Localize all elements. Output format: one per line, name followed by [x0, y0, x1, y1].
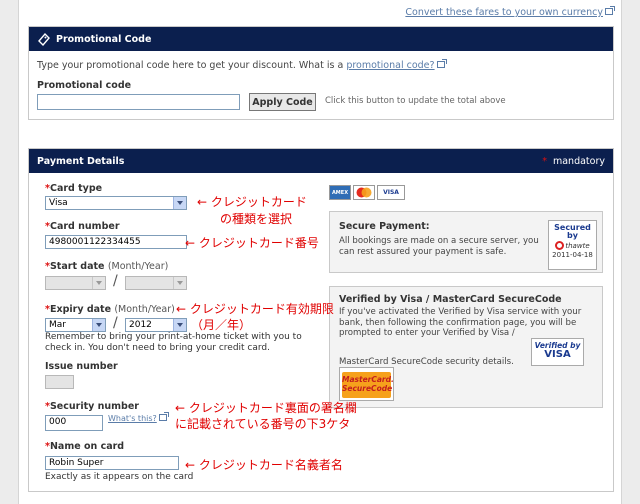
mastercard-circles-icon — [356, 187, 372, 198]
apply-code-button[interactable]: Apply Code — [249, 93, 316, 111]
annotation-expiry: ← クレジットカード有効期限 — [176, 302, 334, 316]
promo-intro: Type your promotional code here to get y… — [37, 59, 447, 71]
mandatory-label: mandatory — [552, 155, 605, 167]
name-on-card-label-text: Name on card — [49, 441, 125, 452]
expiry-date-hint: (Month/Year) — [114, 304, 175, 315]
chevron-down-icon — [173, 319, 186, 331]
verified-text: If you've activated the Verified by Visa… — [339, 307, 582, 338]
expiry-month-value: Mar — [49, 320, 66, 330]
chevron-down-icon — [173, 277, 186, 289]
card-number-input[interactable]: 4980001122334455 — [45, 235, 187, 249]
promo-header: Promotional Code — [29, 27, 613, 51]
promo-code-input[interactable] — [37, 94, 240, 110]
secure-payment-title: Secure Payment: — [339, 221, 430, 232]
payment-header: Payment Details * mandatory — [29, 149, 613, 173]
security-number-input[interactable]: 000 — [45, 415, 103, 431]
thawte-ring-icon — [555, 241, 565, 250]
annotation-security-2: に記載されている番号の下3ケタ — [175, 417, 351, 431]
promo-code-label: Promotional code — [37, 80, 132, 91]
name-on-card-hint: Exactly as it appears on the card — [45, 472, 194, 482]
expiry-year-select[interactable]: 2012 — [125, 318, 187, 332]
amex-logo: AMEX — [329, 185, 351, 200]
mandatory-star: * — [542, 155, 547, 167]
verified-text-continued: MasterCard SecureCode security details. — [339, 357, 514, 367]
card-type-label-text: Card type — [49, 183, 103, 194]
verified-by-visa-box: Verified by Visa / MasterCard SecureCode… — [329, 286, 603, 408]
thawte-badge-by: by — [567, 231, 578, 240]
mandatory-note: * mandatory — [542, 156, 605, 167]
expiry-month-select[interactable]: Mar — [45, 318, 106, 332]
chevron-down-icon — [173, 197, 186, 209]
currency-converter-link-label: Convert these fares to your own currency — [405, 7, 603, 18]
payment-title: Payment Details — [37, 155, 125, 167]
promo-intro-text: Type your promotional code here to get y… — [37, 60, 344, 71]
external-link-icon — [158, 412, 169, 421]
date-separator: / — [113, 273, 118, 289]
expiry-date-label-text: Expiry date — [49, 304, 112, 315]
chevron-down-icon — [92, 319, 105, 331]
promo-panel: Promotional Code Type your promotional c… — [28, 26, 614, 120]
annotation-card-number: ← クレジットカード番号 — [185, 236, 319, 250]
currency-converter-link[interactable]: Convert these fares to your own currency — [405, 6, 615, 18]
amex-logo-text: AMEX — [331, 189, 349, 196]
card-number-label-text: Card number — [49, 221, 120, 232]
start-year-select[interactable] — [125, 276, 187, 290]
card-number-label: *Card number — [45, 221, 120, 232]
name-on-card-input[interactable]: Robin Super — [45, 456, 179, 470]
ticket-icon — [37, 32, 51, 47]
annotation-security: ← クレジットカード裏面の署名欄 — [175, 401, 357, 415]
card-type-select[interactable]: Visa — [45, 196, 187, 210]
external-link-icon — [605, 6, 615, 15]
start-date-label-text: Start date — [49, 261, 105, 272]
thawte-badge[interactable]: Secured by thawte 2011-04-18 — [548, 220, 597, 270]
secure-payment-box: Secure Payment: All bookings are made on… — [329, 211, 603, 273]
secure-payment-text: All bookings are made on a secure server… — [339, 236, 539, 257]
mastercard-securecode-logo: MasterCard. SecureCode — [339, 367, 394, 401]
visa-logo: VISA — [377, 185, 405, 200]
expiry-year-value: 2012 — [129, 320, 152, 330]
security-number-label: *Security number — [45, 401, 139, 412]
thawte-badge-brand: thawte — [565, 241, 590, 250]
issue-number-input[interactable] — [45, 375, 74, 389]
verified-title: Verified by Visa / MasterCard SecureCode — [339, 294, 562, 305]
external-link-icon — [436, 59, 447, 68]
msc-line2: SecureCode — [342, 384, 393, 393]
apply-code-hint: Click this button to update the total ab… — [325, 96, 506, 106]
annotation-card-type-2: の種類を選択 — [220, 212, 293, 226]
page: Convert these fares to your own currency… — [18, 0, 622, 504]
whats-this-link[interactable]: What's this? — [108, 412, 169, 423]
thawte-badge-date: 2011-04-18 — [552, 251, 593, 259]
card-type-value: Visa — [49, 198, 68, 208]
whats-this-label: What's this? — [108, 414, 157, 423]
payment-panel: Payment Details * mandatory *Card type V… — [28, 148, 614, 492]
annotation-expiry-2: （月／年） — [191, 318, 252, 332]
name-on-card-label: *Name on card — [45, 441, 124, 452]
card-type-label: *Card type — [45, 183, 102, 194]
expiry-date-label: *Expiry date (Month/Year) — [45, 304, 175, 315]
start-month-select[interactable] — [45, 276, 106, 290]
reminder-text: Remember to bring your print-at-home tic… — [45, 332, 302, 353]
start-date-hint: (Month/Year) — [107, 261, 169, 272]
start-date-label: *Start date (Month/Year) — [45, 261, 168, 272]
msc-line1: MasterCard. — [342, 375, 394, 384]
mastercard-logo — [353, 185, 375, 200]
annotation-name: ← クレジットカード名義者名 — [185, 458, 343, 472]
date-separator: / — [113, 315, 118, 331]
issue-number-label: Issue number — [45, 361, 118, 372]
chevron-down-icon — [92, 277, 105, 289]
promo-title: Promotional Code — [56, 33, 152, 45]
promo-help-link[interactable]: promotional code? — [346, 60, 434, 71]
vbv-line2: VISA — [544, 349, 571, 360]
verified-by-visa-logo: Verified by VISA — [531, 338, 584, 366]
security-number-label-text: Security number — [49, 401, 139, 412]
annotation-card-type: ← クレジットカード — [197, 195, 307, 209]
visa-logo-text: VISA — [383, 189, 399, 196]
